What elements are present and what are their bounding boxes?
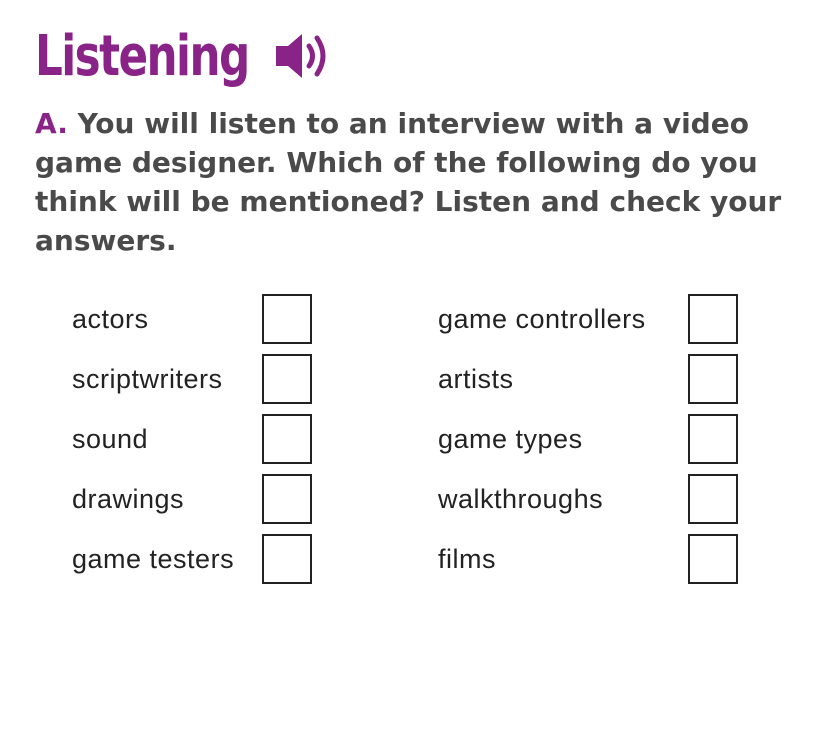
checkbox-drawings[interactable] — [262, 474, 312, 524]
checklist-item-label: game types — [438, 424, 583, 454]
exercise-text: You will listen to an interview with a v… — [35, 107, 782, 257]
checklist-item-label: game controllers — [438, 304, 646, 334]
checkbox-artists[interactable] — [688, 354, 738, 404]
checklist-item-label: drawings — [72, 484, 185, 514]
checkbox-game-testers[interactable] — [262, 534, 312, 584]
checklist-item-label: films — [438, 544, 496, 574]
checklist-item-label: actors — [72, 304, 149, 334]
checkbox-game-controllers[interactable] — [688, 294, 738, 344]
checklist-item-label: walkthroughs — [438, 484, 604, 514]
checkbox-walkthroughs[interactable] — [688, 474, 738, 524]
page-title: Listening — [35, 24, 250, 89]
checkbox-sound[interactable] — [262, 414, 312, 464]
speaker-sound-icon[interactable] — [272, 26, 332, 86]
checkbox-scriptwriters[interactable] — [262, 354, 312, 404]
section-header: Listening — [35, 22, 309, 92]
checklist-item-label: game testers — [72, 544, 235, 574]
exercise-instruction: A. You will listen to an interview with … — [35, 104, 795, 260]
checkbox-game-types[interactable] — [688, 414, 738, 464]
checklist-item-label: sound — [72, 424, 149, 454]
checklist-item-label: artists — [438, 364, 514, 394]
checklist-item-label: scriptwriters — [72, 364, 223, 394]
checkbox-films[interactable] — [688, 534, 738, 584]
checkbox-actors[interactable] — [262, 294, 312, 344]
exercise-letter: A. — [35, 107, 68, 140]
